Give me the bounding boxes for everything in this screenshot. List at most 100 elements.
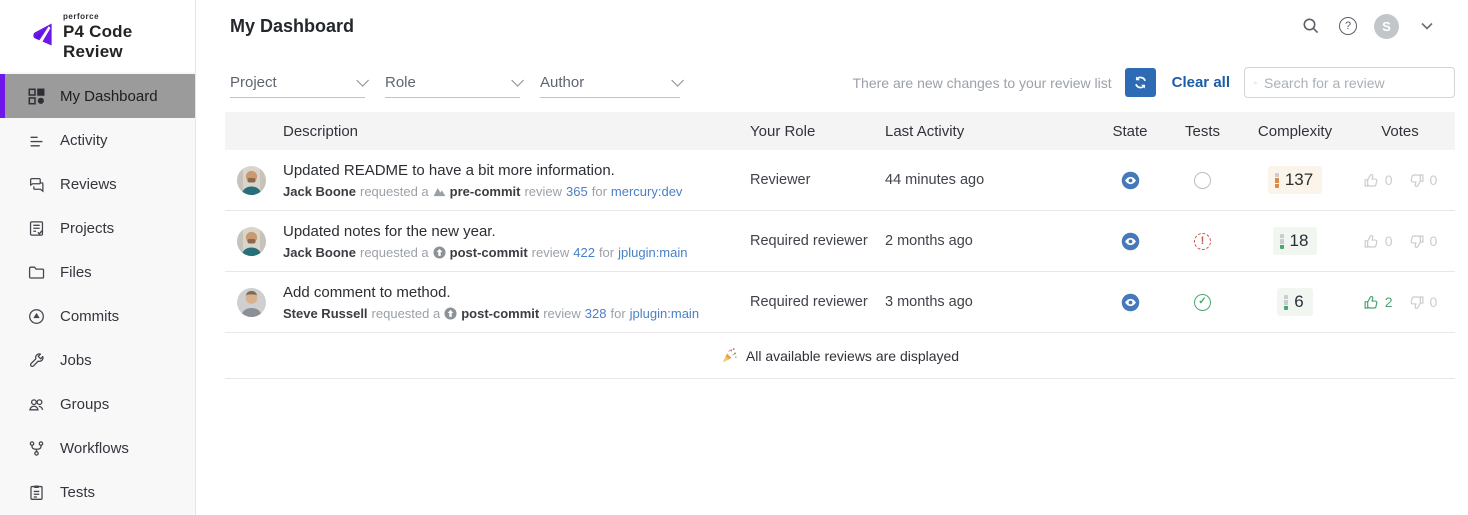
refresh-icon xyxy=(1134,76,1146,89)
branch-link[interactable]: mercury:dev xyxy=(611,184,683,199)
review-row[interactable]: Updated README to have a bit more inform… xyxy=(225,150,1455,211)
complexity-icon xyxy=(1274,172,1279,188)
sidebar-item-my-dashboard[interactable]: My Dashboard xyxy=(0,74,195,118)
down-count: 0 xyxy=(1429,233,1438,249)
state-cell[interactable] xyxy=(1100,293,1160,312)
vote-up[interactable]: 0 xyxy=(1363,172,1393,189)
tests-status-icon xyxy=(1194,171,1211,189)
col-header-state: State xyxy=(1112,122,1148,140)
complexity-value: 6 xyxy=(1294,292,1304,311)
sidebar-item-label: Jobs xyxy=(60,351,92,369)
vote-down[interactable]: 0 xyxy=(1408,172,1437,189)
post-commit-icon xyxy=(444,306,457,320)
down-count: 0 xyxy=(1429,294,1438,310)
review-row[interactable]: Add comment to method. Steve Russell req… xyxy=(225,272,1455,333)
branch-link[interactable]: jplugin:main xyxy=(630,306,699,321)
review-row[interactable]: Updated notes for the new year. Jack Boo… xyxy=(225,211,1455,272)
branch-link[interactable]: jplugin:main xyxy=(618,245,687,260)
sidebar-item-reviews[interactable]: Reviews xyxy=(0,162,195,206)
review-title: Updated README to have a bit more inform… xyxy=(283,161,615,179)
for-text: for xyxy=(610,305,626,321)
brand-superscript: perforce xyxy=(63,12,100,21)
activity-icon xyxy=(30,136,43,147)
sidebar-item-label: Files xyxy=(60,263,92,281)
complexity-cell: 6 xyxy=(1245,288,1345,316)
commit-type: pre-commit xyxy=(449,183,521,199)
search-icon[interactable] xyxy=(1300,15,1322,37)
thumbs-up-icon xyxy=(1364,173,1378,187)
review-text: review xyxy=(531,244,570,260)
chevron-down-icon[interactable] xyxy=(1416,15,1438,37)
commit-type: post-commit xyxy=(449,244,528,260)
help-icon[interactable]: ? xyxy=(1339,17,1357,35)
last-activity-cell: 3 months ago xyxy=(885,294,973,310)
review-search-input[interactable] xyxy=(1264,74,1445,91)
user-avatar[interactable]: S xyxy=(1374,13,1399,39)
reviews-table: Description Your Role Last Activity Stat… xyxy=(225,112,1455,379)
review-subtitle: Steve Russell requested a post-commit re… xyxy=(283,306,699,321)
sidebar-item-label: Projects xyxy=(60,219,115,237)
complexity-icon xyxy=(1284,294,1289,310)
vote-up[interactable]: 2 xyxy=(1363,294,1393,311)
sidebar-item-label: Reviews xyxy=(60,175,117,193)
filter-bar: Project Role Author There are new change… xyxy=(196,52,1468,98)
tests-status-icon xyxy=(1194,232,1211,250)
thumbs-down-icon xyxy=(1410,173,1423,187)
chevron-down-icon xyxy=(356,74,369,87)
tests-cell xyxy=(1160,293,1245,311)
role-filter-label: Role xyxy=(385,74,416,91)
thumbs-down-icon xyxy=(1410,234,1423,248)
files-icon xyxy=(28,266,45,279)
review-id-link[interactable]: 328 xyxy=(585,306,607,321)
review-author: Jack Boone xyxy=(283,244,356,260)
col-header-description: Description xyxy=(283,122,359,140)
for-text: for xyxy=(598,244,615,260)
sidebar-item-files[interactable]: Files xyxy=(0,250,195,294)
commits-icon xyxy=(29,308,44,324)
chevron-down-icon xyxy=(511,74,524,87)
vote-down[interactable]: 0 xyxy=(1408,294,1438,311)
sidebar-item-label: My Dashboard xyxy=(60,87,158,105)
sidebar-item-projects[interactable]: Projects xyxy=(0,206,195,250)
author-filter-dropdown[interactable]: Author xyxy=(540,74,684,98)
sidebar-item-groups[interactable]: Groups xyxy=(0,382,195,426)
vote-up[interactable]: 0 xyxy=(1363,233,1393,250)
your-role-cell: Required reviewer xyxy=(750,233,868,249)
role-filter-dropdown[interactable]: Role xyxy=(385,74,524,98)
avatar xyxy=(237,287,266,317)
review-id-link[interactable]: 365 xyxy=(566,184,588,199)
clear-all-button[interactable]: Clear all xyxy=(1172,74,1230,91)
sidebar-item-activity[interactable]: Activity xyxy=(0,118,195,162)
review-id-link[interactable]: 422 xyxy=(573,245,595,260)
review-text: review xyxy=(543,305,581,321)
review-search-box xyxy=(1244,67,1455,98)
up-count: 0 xyxy=(1384,172,1393,188)
sidebar-item-workflows[interactable]: Workflows xyxy=(0,426,195,470)
sidebar-item-tests[interactable]: Tests xyxy=(0,470,195,514)
up-count: 0 xyxy=(1384,233,1393,249)
sidebar-item-commits[interactable]: Commits xyxy=(0,294,195,338)
votes-cell: 2 0 xyxy=(1345,294,1455,311)
review-subtitle: Jack Boone requested a pre-commit review… xyxy=(283,184,682,199)
tests-icon xyxy=(30,484,43,500)
sidebar-item-jobs[interactable]: Jobs xyxy=(0,338,195,382)
vote-down[interactable]: 0 xyxy=(1408,233,1438,250)
review-text: review xyxy=(524,183,563,199)
requested-text: requested a xyxy=(359,183,429,199)
state-cell[interactable] xyxy=(1100,171,1160,190)
footer-message-text: All available reviews are displayed xyxy=(745,347,960,364)
needs-review-state-icon xyxy=(1121,171,1139,189)
sidebar-item-label: Commits xyxy=(60,307,120,325)
last-activity-cell: 44 minutes ago xyxy=(885,172,985,188)
page-title: My Dashboard xyxy=(230,15,355,36)
votes-cell: 0 0 xyxy=(1345,172,1455,189)
state-cell[interactable] xyxy=(1100,232,1160,251)
new-changes-notice: There are new changes to your review lis… xyxy=(852,74,1112,91)
project-filter-dropdown[interactable]: Project xyxy=(230,74,369,98)
refresh-button[interactable] xyxy=(1124,68,1156,97)
sidebar-item-label: Activity xyxy=(60,131,108,149)
table-header-row: Description Your Role Last Activity Stat… xyxy=(225,112,1455,150)
jobs-icon xyxy=(29,352,44,367)
needs-review-state-icon xyxy=(1121,293,1139,311)
col-header-tests: Tests xyxy=(1184,122,1220,140)
